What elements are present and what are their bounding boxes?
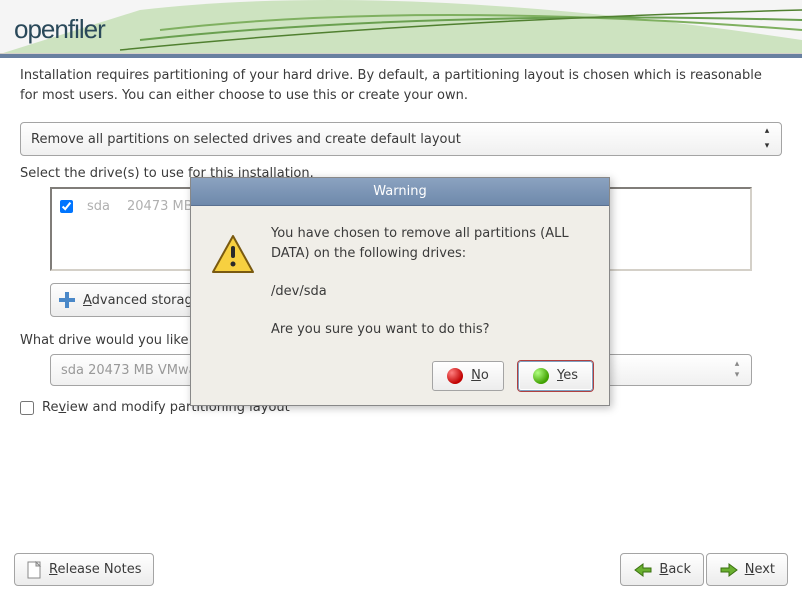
dialog-title: Warning <box>191 178 609 206</box>
back-label: Back <box>659 562 691 577</box>
back-button[interactable]: Back <box>620 553 704 586</box>
next-button[interactable]: Next <box>706 553 788 586</box>
review-checkbox[interactable] <box>20 401 34 415</box>
dialog-text: You have chosen to remove all partitions… <box>271 224 589 341</box>
green-sphere-icon <box>533 368 549 384</box>
warning-dialog: Warning You have chosen to remove all pa… <box>190 177 610 406</box>
dialog-confirm: Are you sure you want to do this? <box>271 320 589 340</box>
drive-name: sda <box>87 199 127 214</box>
document-icon <box>27 561 43 579</box>
description-text: Installation requires partitioning of yo… <box>0 54 802 122</box>
combo-spinner-icon[interactable]: ▴▾ <box>759 127 775 151</box>
no-label: No <box>471 368 489 383</box>
warning-icon <box>211 224 255 341</box>
plus-icon <box>57 290 77 310</box>
no-button[interactable]: No <box>432 361 504 391</box>
arrow-right-icon <box>719 562 739 578</box>
red-sphere-icon <box>447 368 463 384</box>
drive-size: 20473 MB <box>127 199 193 214</box>
yes-label: Yes <box>557 368 578 383</box>
partition-layout-value: Remove all partitions on selected drives… <box>31 132 461 147</box>
logo: openfiler <box>14 14 105 45</box>
release-notes-label: Release Notes <box>49 562 141 577</box>
yes-button[interactable]: Yes <box>518 361 593 391</box>
drive-checkbox[interactable] <box>60 200 73 213</box>
combo-spinner-icon[interactable]: ▴▾ <box>729 360 745 380</box>
footer: Release Notes Back Next <box>0 550 802 590</box>
arrow-left-icon <box>633 562 653 578</box>
next-label: Next <box>745 562 775 577</box>
header: openfiler <box>0 0 802 54</box>
release-notes-button[interactable]: Release Notes <box>14 553 154 586</box>
dialog-drive: /dev/sda <box>271 282 589 302</box>
partition-layout-combo[interactable]: Remove all partitions on selected drives… <box>20 122 782 156</box>
dialog-line1: You have chosen to remove all partitions… <box>271 224 589 264</box>
